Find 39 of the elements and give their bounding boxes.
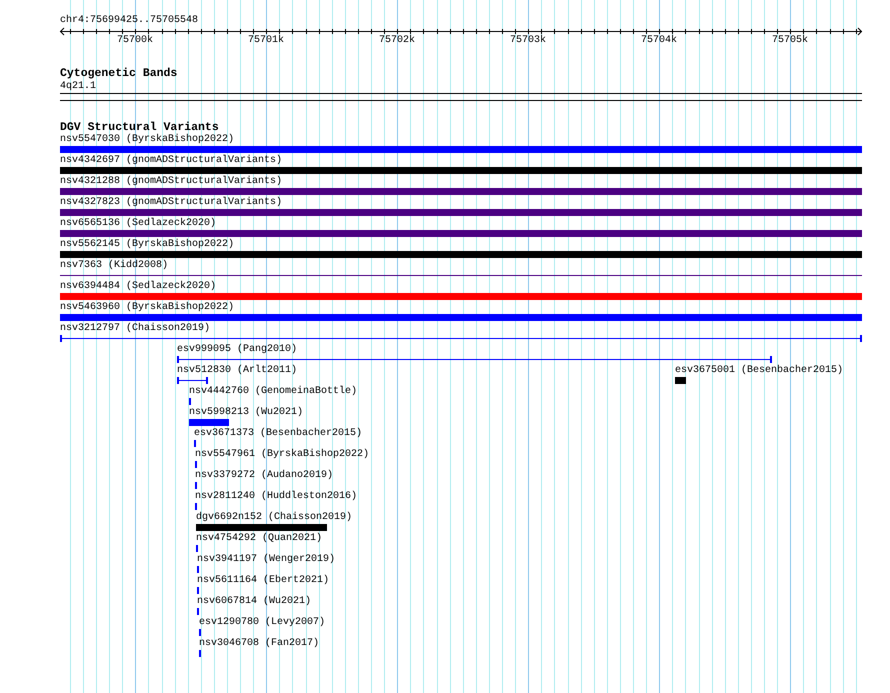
location-label: chr4:75699425..75705548 bbox=[60, 15, 198, 27]
variant-label: nsv3379272 (Audano2019) bbox=[195, 470, 334, 482]
variant-label: nsv7363 (Kidd2008) bbox=[60, 260, 168, 272]
variant-label: nsv5547030 (ByrskaBishop2022) bbox=[60, 134, 234, 146]
track-title: Cytogenetic Bands bbox=[60, 67, 178, 80]
variant-label: nsv5463960 (ByrskaBishop2022) bbox=[60, 302, 234, 314]
tick-label: 75704k bbox=[640, 35, 678, 47]
variant-label: nsv5547961 (ByrskaBishop2022) bbox=[195, 449, 370, 461]
variant-label: nsv6394484 (Sedlazeck2020) bbox=[60, 281, 216, 293]
variant-label: esv1290780 (Levy2007) bbox=[199, 617, 326, 629]
variant-label: nsv6067814 (Wu2021) bbox=[197, 596, 312, 608]
variant-label: dgv6692n152 (Chaisson2019) bbox=[196, 512, 352, 524]
tick-label: 75701k bbox=[246, 35, 285, 47]
variant-label: nsv4342697 (gnomADStructuralVariants) bbox=[60, 155, 282, 167]
variant-label: esv3671373 (Besenbacher2015) bbox=[194, 428, 362, 440]
variant-label: nsv3941197 (Wenger2019) bbox=[197, 554, 336, 566]
variant-label: nsv3046708 (Fan2017) bbox=[199, 638, 320, 650]
variant-bar[interactable] bbox=[177, 377, 208, 384]
tick-label: 75705k bbox=[770, 35, 809, 47]
variant-label: nsv4327823 (gnomADStructuralVariants) bbox=[60, 197, 282, 209]
variant-bar[interactable] bbox=[60, 335, 862, 342]
variant-bar[interactable] bbox=[177, 356, 772, 363]
band-label: 4q21.1 bbox=[60, 81, 96, 93]
variant-label: nsv512830 (Arlt2011) bbox=[177, 365, 298, 377]
variant-label: nsv4442760 (GenomeinaBottle) bbox=[189, 386, 358, 398]
variant-label: nsv5562145 (ByrskaBishop2022) bbox=[60, 239, 234, 251]
variant-label: esv3675001 (Besenbacher2015) bbox=[675, 365, 844, 377]
tick-label: 75702k bbox=[378, 35, 416, 47]
variant-label: nsv5998213 (Wu2021) bbox=[189, 407, 304, 419]
tick-label: 75700k bbox=[116, 35, 154, 47]
variant-label: nsv2811240 (Huddleston2016) bbox=[195, 491, 358, 503]
tick-label: 75703k bbox=[508, 35, 547, 47]
variant-label: nsv3212797 (Chaisson2019) bbox=[60, 323, 210, 335]
variant-label: nsv4321288 (gnomADStructuralVariants) bbox=[60, 176, 282, 188]
variant-label: esv999095 (Pang2010) bbox=[177, 344, 298, 356]
variant-label: nsv6565136 (Sedlazeck2020) bbox=[60, 218, 216, 230]
variant-label: nsv5611164 (Ebert2021) bbox=[197, 575, 330, 587]
variant-label: nsv4754292 (Quan2021) bbox=[196, 533, 322, 545]
track-title: DGV Structural Variants bbox=[60, 121, 219, 134]
